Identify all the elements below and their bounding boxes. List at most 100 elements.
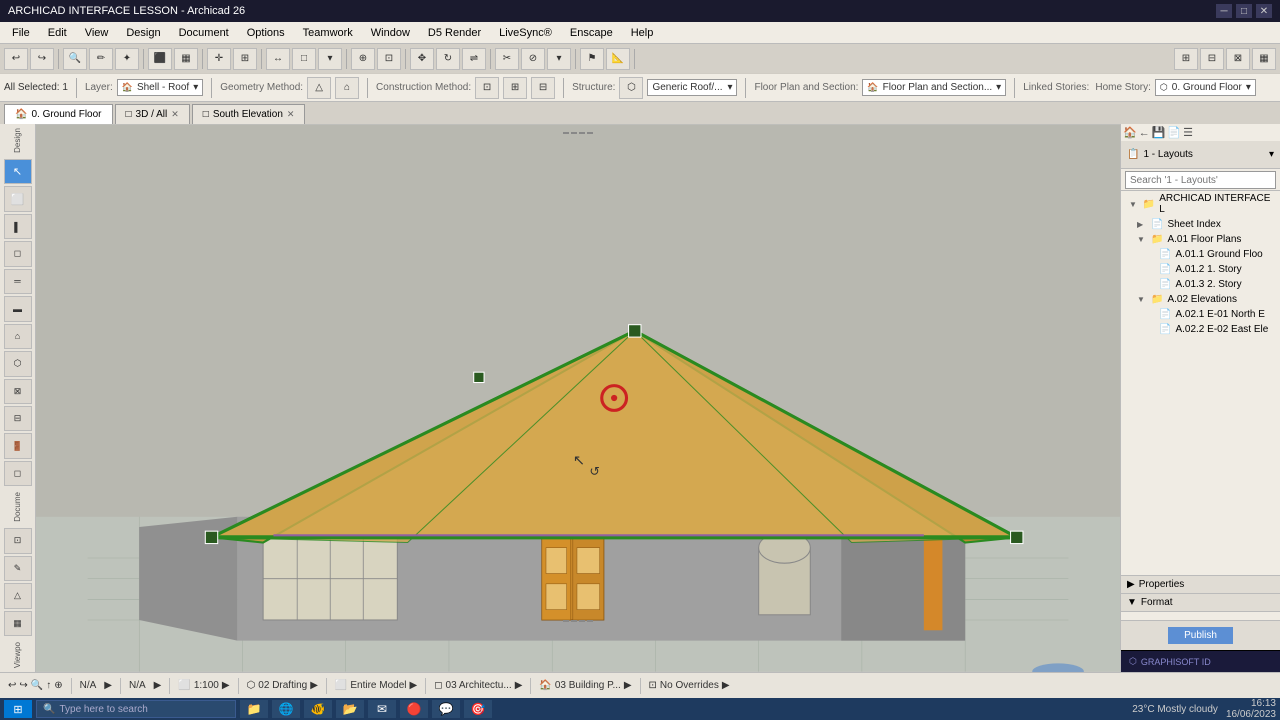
menu-item-design[interactable]: Design (118, 25, 168, 41)
taskbar-app-archicad[interactable]: 🎯 (464, 700, 492, 718)
object-tool[interactable]: ⊡ (4, 528, 32, 553)
taskbar-app-edge[interactable]: 🌐 (272, 700, 300, 718)
str-icon-btn[interactable]: ⬡ (619, 77, 643, 99)
stretch-btn[interactable]: ↔ (266, 48, 290, 70)
tab-3d-all[interactable]: □ 3D / All ✕ (115, 104, 190, 124)
offset-btn[interactable]: ⊘ (521, 48, 545, 70)
format-section-header[interactable]: ▼ Format (1121, 594, 1280, 612)
wall-tool[interactable]: ▌ (4, 214, 32, 239)
taskbar-app-folder[interactable]: 📂 (336, 700, 364, 718)
toggle3-btn[interactable]: ⊠ (1226, 48, 1250, 70)
select-tool[interactable]: ↖ (4, 159, 32, 184)
marquee-tool[interactable]: ⬜ (4, 186, 32, 211)
forward-btn2[interactable]: ▶ (154, 680, 162, 691)
menu-item-enscape[interactable]: Enscape (562, 25, 621, 41)
tree-item-0[interactable]: ▼📁ARCHICAD INTERFACE L (1121, 191, 1280, 217)
element-btn[interactable]: ⊡ (377, 48, 401, 70)
taskbar-app-circle[interactable]: 🔴 (400, 700, 428, 718)
menu-item-document[interactable]: Document (171, 25, 237, 41)
taskbar-app-chat[interactable]: 💬 (432, 700, 460, 718)
flag-btn[interactable]: ⚑ (580, 48, 604, 70)
menu-item-livesync[interactable]: LiveSync® (491, 25, 560, 41)
menu-item-options[interactable]: Options (239, 25, 293, 41)
menu-item-file[interactable]: File (4, 25, 38, 41)
tree-item-4[interactable]: 📄A.01.2 1. Story (1121, 262, 1280, 277)
layer-status-arrow[interactable]: ▶ (310, 680, 318, 691)
close-btn[interactable]: ✕ (1256, 4, 1272, 18)
fill-tool[interactable]: △ (4, 583, 32, 608)
tree-item-5[interactable]: 📄A.01.3 2. Story (1121, 277, 1280, 292)
structure-dropdown[interactable]: Generic Roof/... ▾ (647, 79, 737, 96)
con-btn1[interactable]: ⊡ (475, 77, 499, 99)
column-tool[interactable]: ◻ (4, 241, 32, 266)
overrides-arrow[interactable]: ▶ (722, 680, 730, 691)
tab-south-close[interactable]: ✕ (287, 109, 295, 120)
tab-ground-floor[interactable]: 🏠 0. Ground Floor (4, 104, 113, 124)
scale-arrow[interactable]: ▶ (222, 680, 230, 691)
building-status-arrow[interactable]: ▶ (624, 680, 632, 691)
taskbar-app-mail[interactable]: ✉ (368, 700, 396, 718)
geo-btn1[interactable]: △ (307, 77, 331, 99)
home-story-dropdown[interactable]: ⬡ 0. Ground Floor ▾ (1155, 79, 1256, 96)
magic-wand-btn[interactable]: ✦ (115, 48, 139, 70)
toggle1-btn[interactable]: ⊞ (1174, 48, 1198, 70)
tree-item-2[interactable]: ▼📁A.01 Floor Plans (1121, 232, 1280, 247)
toggle2-btn[interactable]: ⊟ (1200, 48, 1224, 70)
tree-item-1[interactable]: ▶📄Sheet Index (1121, 217, 1280, 232)
maximize-btn[interactable]: □ (1236, 4, 1252, 18)
model-status-arrow[interactable]: ▶ (410, 680, 418, 691)
menu-item-drender[interactable]: D5 Render (420, 25, 489, 41)
tree-item-3[interactable]: 📄A.01.1 Ground Floo (1121, 247, 1280, 262)
move-btn[interactable]: ✥ (410, 48, 434, 70)
stair-tool[interactable]: ⊟ (4, 406, 32, 431)
guide-btn[interactable]: ⊞ (233, 48, 257, 70)
panel-search-input[interactable] (1125, 171, 1276, 189)
minimize-btn[interactable]: ─ (1216, 4, 1232, 18)
menu-item-edit[interactable]: Edit (40, 25, 75, 41)
tree-item-7[interactable]: 📄A.02.1 E-01 North E (1121, 307, 1280, 322)
tree-item-6[interactable]: ▼📁A.02 Elevations (1121, 292, 1280, 307)
menu-item-help[interactable]: Help (623, 25, 662, 41)
shell-tool[interactable]: ⬡ (4, 351, 32, 376)
rect-btn[interactable]: □ (292, 48, 316, 70)
door-tool[interactable]: 🚪 (4, 433, 32, 458)
mesh-tool[interactable]: ▦ (4, 611, 32, 636)
redo-btn[interactable]: ↪ (30, 48, 54, 70)
menu-item-teamwork[interactable]: Teamwork (295, 25, 361, 41)
con-btn2[interactable]: ⊞ (503, 77, 527, 99)
drop-btn[interactable]: ▾ (318, 48, 342, 70)
edit-btn[interactable]: ✏ (89, 48, 113, 70)
snap-btn[interactable]: ✛ (207, 48, 231, 70)
zoom-btn[interactable]: 🔍 (63, 48, 87, 70)
marquee-btn[interactable]: ▦ (174, 48, 198, 70)
slab-tool[interactable]: ▬ (4, 296, 32, 321)
arch-status-arrow[interactable]: ▶ (515, 680, 523, 691)
morph-tool[interactable]: ⊠ (4, 379, 32, 404)
taskbar-app-files[interactable]: 📁 (240, 700, 268, 718)
panel-home-icon[interactable]: 🏠 (1123, 126, 1137, 139)
window-tool[interactable]: ◻ (4, 461, 32, 486)
taskbar-app-fish[interactable]: 🐠 (304, 700, 332, 718)
start-button[interactable]: ⊞ (4, 700, 32, 718)
insert-btn[interactable]: ⊕ (351, 48, 375, 70)
menu-item-view[interactable]: View (77, 25, 117, 41)
line-tool[interactable]: ✎ (4, 556, 32, 581)
properties-section-header[interactable]: ▶ Properties (1121, 576, 1280, 594)
floorplan-dropdown[interactable]: 🏠 Floor Plan and Section... ▾ (862, 79, 1006, 96)
geo-btn2[interactable]: ⌂ (335, 77, 359, 99)
layer-dropdown[interactable]: 🏠 Shell - Roof ▾ (117, 79, 204, 96)
panel-header[interactable]: 📋 1 - Layouts ▾ (1121, 141, 1280, 169)
toggle4-btn[interactable]: ▦ (1252, 48, 1276, 70)
undo-btn[interactable]: ↩ (4, 48, 28, 70)
beam-tool[interactable]: ═ (4, 269, 32, 294)
selection-btn[interactable]: ⬛ (148, 48, 172, 70)
trim-btn[interactable]: ✂ (495, 48, 519, 70)
panel-list-icon[interactable]: ☰ (1183, 126, 1193, 139)
tree-item-8[interactable]: 📄A.02.2 E-02 East Ele (1121, 322, 1280, 337)
panel-doc-icon[interactable]: 📄 (1167, 126, 1181, 139)
taskbar-search[interactable]: 🔍 Type here to search (36, 700, 236, 718)
mirror-btn[interactable]: ⇌ (462, 48, 486, 70)
canvas-area[interactable]: ↖ ↺ (36, 124, 1120, 672)
panel-back-icon[interactable]: ← (1139, 127, 1150, 139)
rotate-btn[interactable]: ↻ (436, 48, 460, 70)
